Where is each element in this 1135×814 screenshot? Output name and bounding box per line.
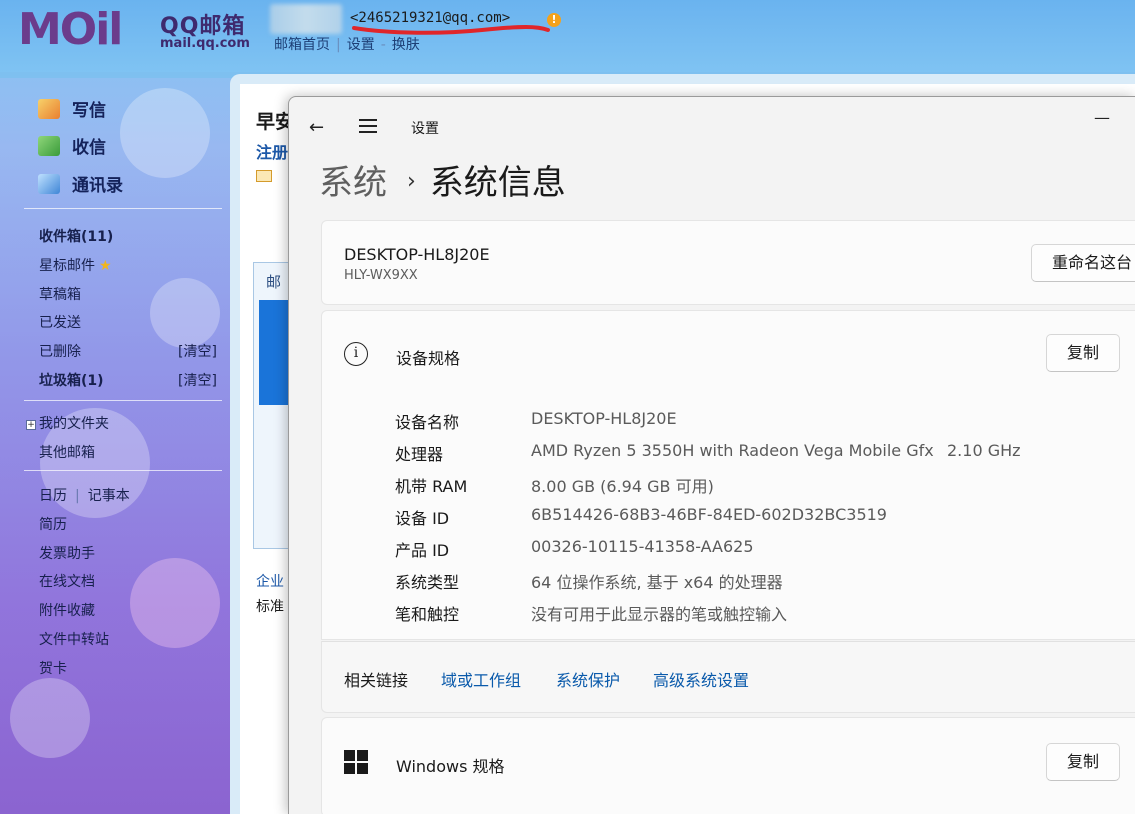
clear-junk-link[interactable]: [清空]	[178, 370, 217, 390]
compose-link[interactable]: 写信	[38, 96, 106, 121]
windows-specs-header[interactable]: Windows 规格 复制	[321, 717, 1135, 814]
greeting-card-link[interactable]: 贺卡	[39, 658, 67, 678]
folder-starred[interactable]: 星标邮件 ★	[39, 255, 112, 275]
clear-deleted-link[interactable]: [清空]	[178, 341, 217, 361]
copy-device-specs-button[interactable]: 复制	[1046, 334, 1121, 372]
info-icon: i	[344, 342, 368, 366]
windows-specs-title: Windows 规格	[396, 757, 505, 776]
related-links-label: 相关链接	[344, 671, 409, 690]
window-title: 设置	[411, 121, 439, 137]
expand-plus-icon[interactable]: +	[26, 420, 36, 430]
folder-inbox[interactable]: 收件箱(11)	[39, 226, 113, 246]
page-title: 系统信息	[429, 163, 566, 203]
calendar-link[interactable]: 日历	[39, 488, 67, 504]
device-specs-title: 设备规格	[396, 349, 461, 368]
warning-icon[interactable]: !	[547, 13, 561, 27]
windows-logo-icon	[344, 750, 368, 774]
folder-deleted[interactable]: 已删除	[39, 341, 81, 361]
register-link[interactable]: 注册	[256, 139, 288, 163]
advanced-system-settings-link[interactable]: 高级系统设置	[653, 667, 749, 691]
receive-icon	[38, 136, 60, 156]
rename-pc-button[interactable]: 重命名这台	[1031, 244, 1135, 282]
folder-drafts[interactable]: 草稿箱	[39, 284, 81, 304]
tools-row-1: 日历 | 记事本	[39, 488, 130, 504]
compose-icon	[38, 99, 60, 119]
breadcrumb-system[interactable]: 系统	[319, 163, 387, 203]
star-icon: ★	[99, 258, 112, 274]
enterprise-link[interactable]: 企业	[256, 571, 284, 591]
back-arrow-icon[interactable]: ←	[309, 117, 324, 138]
breadcrumb: 系统 › 系统信息	[319, 155, 566, 204]
logo-subtitle: mail.qq.com	[160, 36, 250, 51]
notes-link[interactable]: 记事本	[88, 488, 130, 504]
device-name-card: DESKTOP-HL8J20E HLY-WX9XX 重命名这台	[321, 220, 1135, 305]
skin-link[interactable]: 换肤	[392, 37, 420, 53]
folder-junk[interactable]: 垃圾箱(1)	[39, 370, 104, 390]
online-docs-link[interactable]: 在线文档	[39, 571, 95, 591]
domain-workgroup-link[interactable]: 域或工作组	[441, 667, 521, 691]
top-links: 邮箱首页 | 设置 - 换肤	[274, 37, 420, 53]
attachments-link[interactable]: 附件收藏	[39, 600, 95, 620]
settings-link[interactable]: 设置	[347, 37, 375, 53]
resume-link[interactable]: 简历	[39, 514, 67, 534]
file-transfer-link[interactable]: 文件中转站	[39, 629, 109, 649]
device-name: DESKTOP-HL8J20E	[344, 245, 490, 264]
related-links-card: 相关链接 域或工作组 系统保护 高级系统设置	[321, 641, 1135, 713]
blurred-nickname	[270, 4, 342, 34]
hamburger-menu-icon[interactable]	[359, 119, 377, 133]
receive-link[interactable]: 收信	[38, 133, 106, 158]
qqmail-logo[interactable]: MOil	[18, 8, 123, 52]
contacts-icon	[38, 174, 60, 194]
copy-windows-specs-button[interactable]: 复制	[1046, 743, 1121, 781]
envelope-icon	[256, 170, 272, 182]
invoice-link[interactable]: 发票助手	[39, 543, 95, 563]
folder-other-mailboxes[interactable]: 其他邮箱	[39, 442, 95, 462]
mail-header: MOil QQ邮箱 mail.qq.com <2465219321@qq.com…	[0, 0, 1135, 72]
chevron-right-icon: ›	[407, 169, 416, 194]
device-specs-header[interactable]: i 设备规格 复制	[321, 310, 1135, 396]
contacts-link[interactable]: 通讯录	[38, 171, 123, 196]
system-protection-link[interactable]: 系统保护	[556, 667, 620, 691]
device-model: HLY-WX9XX	[344, 268, 418, 283]
mailbox-widget-tab[interactable]: 邮	[266, 271, 281, 292]
folder-sent[interactable]: 已发送	[39, 312, 81, 332]
mail-home-link[interactable]: 邮箱首页	[274, 37, 330, 53]
standard-text: 标准	[256, 599, 284, 615]
settings-window: ← 设置 — 系统 › 系统信息 DESKTOP-HL8J20E HLY-WX9XX…	[288, 96, 1135, 814]
folder-my-folders[interactable]: + 我的文件夹	[26, 413, 109, 433]
minimize-button[interactable]: —	[1094, 108, 1110, 127]
